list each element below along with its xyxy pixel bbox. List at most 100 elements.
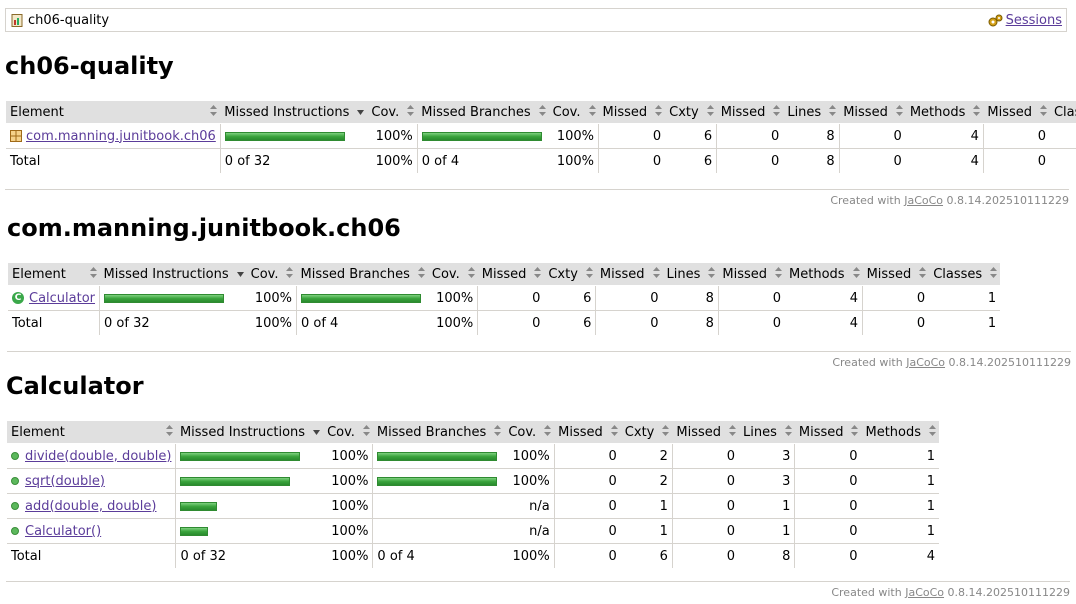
col-missed-branches[interactable]: Missed Branches bbox=[417, 101, 549, 124]
col-missed-branches[interactable]: Missed Branches bbox=[296, 263, 428, 286]
total-cxty: 6 bbox=[544, 310, 597, 335]
element-link[interactable]: sqrt(double) bbox=[25, 474, 105, 489]
total-missed-methods: 0 bbox=[893, 153, 902, 169]
col-instr-cov[interactable]: Cov. bbox=[246, 263, 297, 286]
col-instr-cov[interactable]: Cov. bbox=[323, 421, 373, 444]
col-missed-instructions[interactable]: Missed Instructions bbox=[99, 263, 247, 286]
col-lines-label: Lines bbox=[666, 266, 701, 282]
col-lines[interactable]: Lines bbox=[738, 421, 795, 444]
col-branch-cov[interactable]: Cov. bbox=[504, 421, 555, 444]
total-classes: 1 bbox=[1050, 149, 1076, 174]
missed-instructions-cell bbox=[99, 285, 247, 311]
col-missed-classes[interactable]: Missed bbox=[983, 101, 1050, 124]
col-cxty[interactable]: Cxty bbox=[665, 101, 717, 124]
col-missed-methods[interactable]: Missed bbox=[839, 101, 906, 124]
class-table: Element Missed Instructions Cov. Missed Bra… bbox=[7, 421, 940, 568]
lines-cell: 8 bbox=[783, 123, 840, 149]
coverage-bar bbox=[224, 131, 345, 141]
col-cxty[interactable]: Cxty bbox=[544, 263, 596, 286]
sessions-link[interactable]: Sessions bbox=[1006, 13, 1062, 28]
col-missed-methods[interactable]: Missed bbox=[794, 421, 862, 444]
col-methods-label: Methods bbox=[789, 266, 845, 282]
sort-icon bbox=[417, 267, 425, 278]
col-missed-cxty-label: Missed bbox=[602, 104, 648, 120]
col-branch-cov[interactable]: Cov. bbox=[427, 263, 478, 286]
instr-cov-cell: 100% bbox=[246, 285, 297, 311]
col-methods[interactable]: Methods bbox=[905, 101, 984, 124]
col-branch-cov[interactable]: Cov. bbox=[548, 101, 599, 124]
coverage-bar bbox=[377, 476, 498, 486]
footer-prefix: Created with bbox=[831, 586, 906, 599]
col-missed-classes[interactable]: Missed bbox=[862, 263, 930, 286]
sessions-icon bbox=[988, 14, 1003, 27]
total-missed-classes: 0 bbox=[1037, 153, 1046, 169]
total-methods: 4 bbox=[926, 548, 936, 564]
col-instr-cov[interactable]: Cov. bbox=[367, 101, 418, 124]
element-link[interactable]: com.manning.junitbook.ch06 bbox=[26, 129, 216, 144]
col-lines[interactable]: Lines bbox=[783, 101, 840, 124]
sort-icon bbox=[494, 425, 502, 436]
col-missed-cxty[interactable]: Missed bbox=[477, 263, 545, 286]
col-missed-methods[interactable]: Missed bbox=[718, 263, 786, 286]
total-missed-cxty: 0 bbox=[608, 548, 617, 564]
col-methods-label: Methods bbox=[909, 104, 966, 120]
sort-icon bbox=[286, 267, 294, 278]
missed-lines-cell: 0 bbox=[672, 518, 739, 544]
total-missed-methods: 0 bbox=[772, 315, 782, 331]
coverage-bar bbox=[180, 526, 209, 536]
missed-lines-cell: 0 bbox=[672, 443, 739, 469]
sort-icon bbox=[852, 267, 860, 278]
col-element[interactable]: Element bbox=[8, 263, 100, 286]
instr-cov-cell: 100% bbox=[367, 123, 418, 149]
branch-cov-cell: 100% bbox=[504, 443, 555, 469]
col-missed-instructions[interactable]: Missed Instructions bbox=[175, 421, 324, 444]
sort-icon bbox=[1039, 105, 1047, 116]
sort-icon bbox=[655, 105, 663, 116]
total-lines: 8 bbox=[783, 148, 840, 173]
missed-cxty-cell: 0 bbox=[554, 518, 621, 544]
col-lines[interactable]: Lines bbox=[662, 263, 719, 286]
col-lines-label: Lines bbox=[787, 104, 822, 120]
col-missed-cxty[interactable]: Missed bbox=[554, 421, 621, 444]
package-footer: Created with JaCoCo 0.8.14.202510111229 bbox=[7, 351, 1071, 369]
element-link[interactable]: add(double, double) bbox=[25, 499, 157, 514]
element-cell: sqrt(double) bbox=[7, 468, 177, 494]
col-element[interactable]: Element bbox=[7, 421, 176, 444]
element-link[interactable]: divide(double, double) bbox=[25, 449, 171, 464]
missed-branches-cell bbox=[372, 443, 505, 469]
coverage-bar bbox=[377, 451, 498, 461]
col-missed-branches[interactable]: Missed Branches bbox=[372, 421, 505, 444]
jacoco-link[interactable]: JaCoCo bbox=[906, 356, 945, 369]
col-cxty[interactable]: Cxty bbox=[620, 421, 673, 444]
col-classes[interactable]: Classes bbox=[1049, 101, 1076, 124]
col-missed-lines-label: Missed bbox=[599, 266, 645, 282]
jacoco-link[interactable]: JaCoCo bbox=[905, 586, 944, 599]
col-missed-lines[interactable]: Missed bbox=[672, 421, 739, 444]
report-table: Element Missed Instructions Cov. Missed Bra… bbox=[6, 101, 1076, 173]
coverage-bar bbox=[180, 451, 301, 461]
col-methods[interactable]: Methods bbox=[861, 421, 940, 444]
cxty-cell: 6 bbox=[544, 285, 597, 311]
col-missed-cxty[interactable]: Missed bbox=[598, 101, 666, 124]
col-missed-instructions[interactable]: Missed Instructions bbox=[220, 101, 368, 124]
jacoco-link[interactable]: JaCoCo bbox=[904, 194, 943, 207]
missed-methods-cell: 0 bbox=[839, 123, 906, 149]
element-link[interactable]: Calculator bbox=[29, 291, 95, 306]
instr-cov-cell: 100% bbox=[323, 443, 374, 469]
lines-cell: 3 bbox=[738, 468, 796, 494]
col-cxty-label: Cxty bbox=[548, 266, 578, 282]
col-methods[interactable]: Methods bbox=[785, 263, 863, 286]
col-classes[interactable]: Classes bbox=[929, 263, 1001, 286]
element-link[interactable]: Calculator() bbox=[25, 524, 101, 539]
col-missed-branches-label: Missed Branches bbox=[376, 424, 487, 440]
col-element-label: Element bbox=[12, 266, 66, 282]
total-branch-cov: 100% bbox=[548, 148, 600, 173]
col-element[interactable]: Element bbox=[6, 101, 221, 124]
col-classes-label: Classes bbox=[1053, 104, 1076, 120]
col-missed-lines[interactable]: Missed bbox=[716, 101, 784, 124]
col-branch-cov-label: Cov. bbox=[552, 104, 581, 120]
col-lines-label: Lines bbox=[742, 424, 777, 440]
col-missed-lines[interactable]: Missed bbox=[595, 263, 663, 286]
total-cxty: 6 bbox=[620, 543, 673, 568]
sort-icon bbox=[210, 105, 218, 116]
